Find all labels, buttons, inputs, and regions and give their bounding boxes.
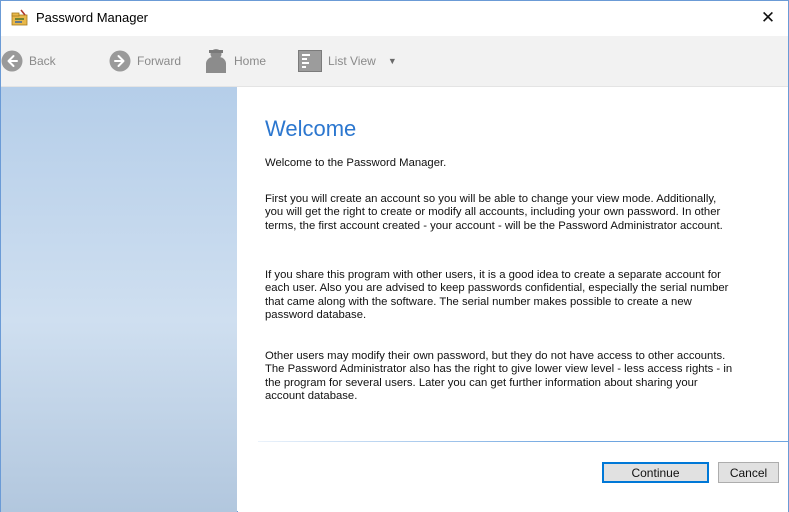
continue-button[interactable]: Continue bbox=[602, 462, 709, 483]
forward-arrow-icon bbox=[109, 50, 131, 72]
account-paragraph: First you will create an account so you … bbox=[265, 193, 723, 232]
app-folder-key-icon bbox=[11, 9, 28, 26]
back-button[interactable]: Back bbox=[1, 36, 56, 86]
close-button[interactable]: ✕ bbox=[748, 1, 788, 34]
intro-paragraph: Welcome to the Password Manager. bbox=[265, 157, 447, 169]
chevron-down-icon: ▼ bbox=[387, 56, 397, 66]
access-paragraph: Other users may modify their own passwor… bbox=[265, 350, 733, 402]
forward-label: Forward bbox=[137, 54, 182, 68]
cancel-button[interactable]: Cancel bbox=[718, 462, 779, 483]
back-label: Back bbox=[29, 54, 56, 68]
back-arrow-icon bbox=[1, 50, 23, 72]
toolbar: Back Forward Home List View ▼ bbox=[1, 36, 788, 87]
forward-button[interactable]: Forward bbox=[109, 36, 181, 86]
welcome-content: Welcome Welcome to the Password Manager.… bbox=[238, 87, 788, 512]
title-bar: Password Manager ✕ bbox=[1, 1, 788, 34]
page-title: Welcome bbox=[265, 116, 357, 141]
home-label: Home bbox=[234, 54, 267, 68]
list-view-label: List View bbox=[328, 54, 376, 68]
sharing-paragraph: If you share this program with other use… bbox=[265, 269, 729, 321]
home-person-icon bbox=[204, 48, 228, 74]
home-button[interactable]: Home bbox=[204, 36, 266, 86]
list-view-icon bbox=[298, 50, 322, 72]
window-title: Password Manager bbox=[36, 10, 148, 25]
divider bbox=[258, 441, 788, 442]
list-view-dropdown[interactable]: List View ▼ bbox=[298, 36, 397, 86]
password-manager-window: Password Manager ✕ Back Forward Home Lis… bbox=[0, 0, 789, 512]
sidebar-panel bbox=[1, 87, 237, 512]
